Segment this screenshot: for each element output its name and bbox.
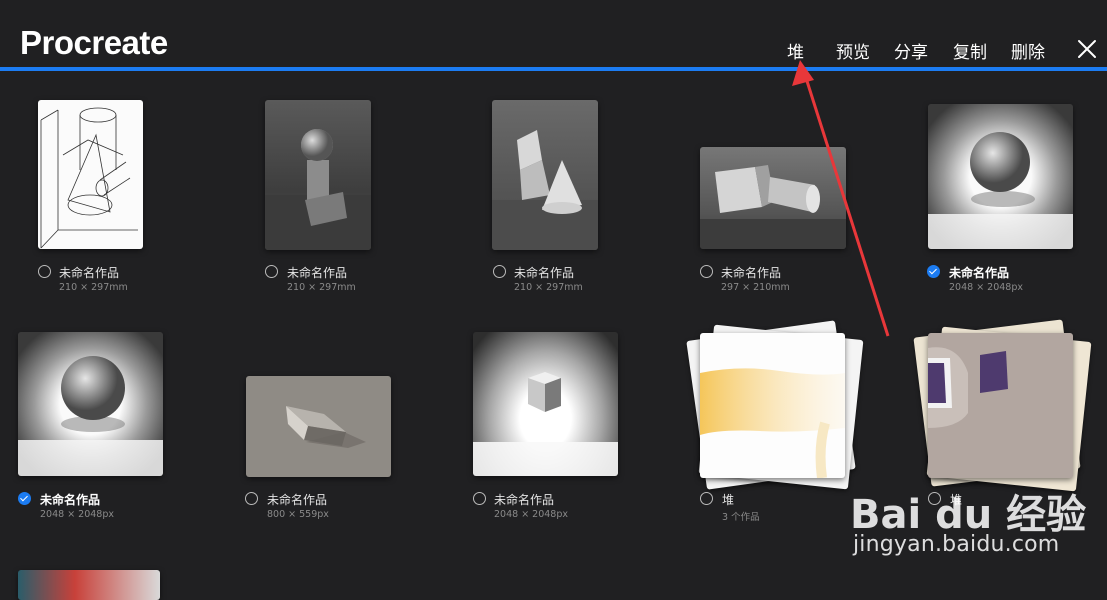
app-title[interactable]: Procreate: [20, 24, 168, 62]
artwork-name[interactable]: 未命名作品: [40, 491, 100, 508]
selection-bar: [0, 67, 1107, 71]
stack-name[interactable]: 堆: [722, 491, 734, 508]
artwork-thumbnail[interactable]: [18, 570, 160, 600]
artwork-name[interactable]: 未命名作品: [949, 264, 1009, 281]
select-radio[interactable]: [700, 492, 713, 505]
select-radio-checked[interactable]: [18, 492, 31, 505]
artwork-thumbnail[interactable]: [246, 376, 391, 477]
select-radio[interactable]: [473, 492, 486, 505]
stack-thumbnail[interactable]: [928, 333, 1073, 478]
artwork-name[interactable]: 未命名作品: [494, 491, 554, 508]
select-radio[interactable]: [38, 265, 51, 278]
artwork-dimensions: 297 × 210mm: [721, 282, 790, 293]
stack-button[interactable]: 堆: [787, 38, 804, 63]
artwork-thumbnail[interactable]: [928, 104, 1073, 249]
artwork-dimensions: 2048 × 2048px: [494, 509, 569, 520]
select-radio[interactable]: [700, 265, 713, 278]
artwork-name[interactable]: 未命名作品: [267, 491, 327, 508]
select-radio[interactable]: [928, 492, 941, 505]
artwork-thumbnail[interactable]: [18, 332, 163, 476]
share-button[interactable]: 分享: [894, 38, 928, 63]
baidu-logo: Bai du 经验: [850, 492, 1087, 538]
select-radio[interactable]: [245, 492, 258, 505]
artwork-dimensions: 210 × 297mm: [287, 282, 356, 293]
artwork-name[interactable]: 未命名作品: [721, 264, 781, 281]
stack-count: 3 个作品: [722, 512, 760, 523]
artwork-name[interactable]: 未命名作品: [287, 264, 347, 281]
artwork-thumbnail[interactable]: [473, 332, 618, 476]
stack-name[interactable]: 堆: [950, 491, 962, 508]
artwork-dimensions: 210 × 297mm: [514, 282, 583, 293]
artwork-thumbnail[interactable]: [492, 100, 598, 250]
baidu-watermark: Bai du 经验 jingyan.baidu.com: [845, 482, 1105, 562]
artwork-dimensions: 800 × 559px: [267, 509, 329, 520]
select-radio[interactable]: [265, 265, 278, 278]
top-bar: Procreate 堆 预览 分享 复制 删除: [0, 0, 1107, 72]
artwork-dimensions: 2048 × 2048px: [949, 282, 1024, 293]
artwork-thumbnail[interactable]: [38, 100, 143, 249]
select-radio-checked[interactable]: [927, 265, 940, 278]
artwork-thumbnail[interactable]: [265, 100, 371, 250]
artwork-dimensions: 2048 × 2048px: [40, 509, 115, 520]
artwork-name[interactable]: 未命名作品: [514, 264, 574, 281]
artwork-dimensions: 210 × 297mm: [59, 282, 128, 293]
watermark-url: jingyan.baidu.com: [853, 532, 1060, 557]
preview-button[interactable]: 预览: [836, 38, 870, 63]
stack-thumbnail[interactable]: [700, 333, 845, 478]
artwork-name[interactable]: 未命名作品: [59, 264, 119, 281]
select-radio[interactable]: [493, 265, 506, 278]
delete-button[interactable]: 删除: [1011, 38, 1045, 63]
artwork-thumbnail[interactable]: [700, 147, 846, 249]
duplicate-button[interactable]: 复制: [953, 38, 987, 63]
close-icon[interactable]: [1076, 38, 1098, 60]
